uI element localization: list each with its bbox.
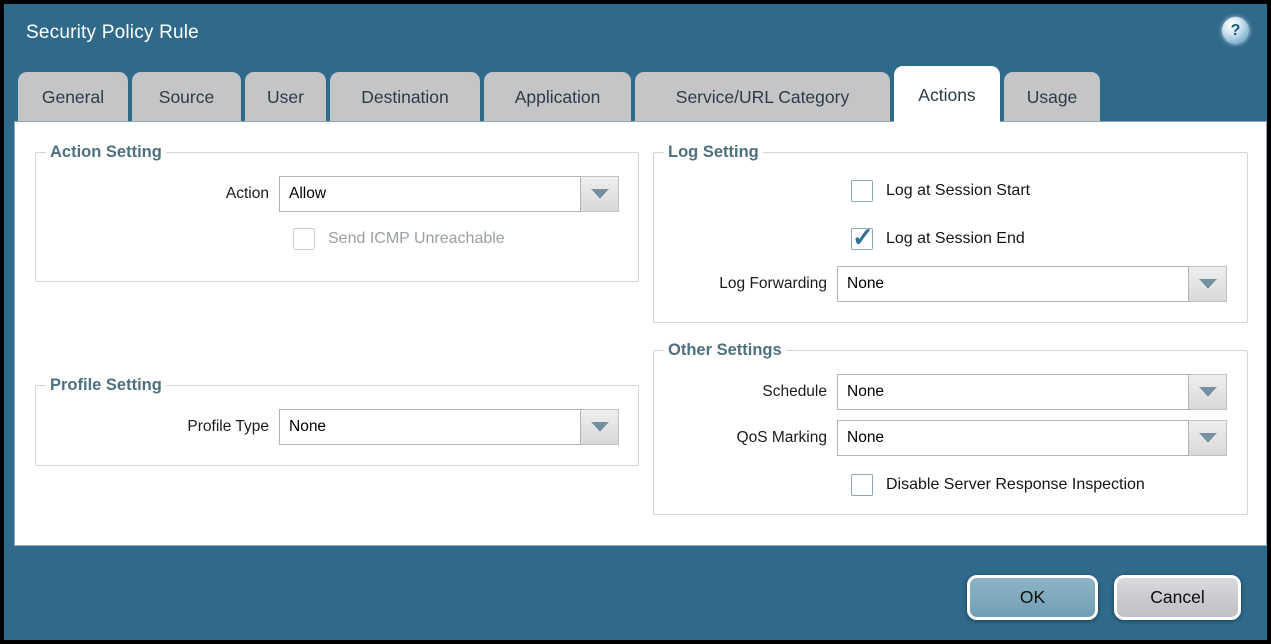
tab-label: Application [515, 87, 601, 108]
tab-label: General [42, 87, 104, 108]
profile-type-dropdown-button[interactable] [581, 409, 619, 445]
action-row: Action Allow [46, 176, 628, 212]
log-setting-legend: Log Setting [664, 142, 763, 162]
log-at-session-end-label: Log at Session End [886, 230, 1025, 248]
qos-marking-dropdown-value[interactable]: None [837, 420, 1189, 456]
profile-setting-legend: Profile Setting [46, 375, 166, 395]
tab-label: Service/URL Category [676, 87, 849, 108]
qos-marking-dropdown-button[interactable] [1189, 420, 1227, 456]
log-forwarding-dropdown-value[interactable]: None [837, 266, 1189, 302]
profile-setting-group: Profile Setting Profile Type None [35, 375, 639, 466]
tab-user[interactable]: User [245, 72, 326, 122]
disable-server-response-inspection-checkbox-row[interactable]: Disable Server Response Inspection [851, 474, 1237, 496]
chevron-down-icon [591, 189, 609, 199]
tab-actions[interactable]: Actions [894, 66, 1000, 124]
qos-marking-dropdown[interactable]: None [837, 420, 1227, 456]
action-setting-group: Action Setting Action Allow Send ICMP Un… [35, 142, 639, 282]
qos-marking-row: QoS Marking None [664, 420, 1237, 456]
action-setting-legend: Action Setting [46, 142, 166, 162]
tab-destination[interactable]: Destination [330, 72, 480, 122]
disable-server-response-inspection-checkbox[interactable] [851, 474, 873, 496]
chevron-down-icon [1199, 387, 1217, 397]
log-forwarding-dropdown[interactable]: None [837, 266, 1227, 302]
action-dropdown-button[interactable] [581, 176, 619, 212]
schedule-dropdown[interactable]: None [837, 374, 1227, 410]
ok-button[interactable]: OK [967, 575, 1098, 620]
tab-label: Destination [361, 87, 449, 108]
tab-bar: General Source User Destination Applicat… [18, 72, 1100, 124]
cancel-button[interactable]: Cancel [1114, 575, 1241, 620]
log-forwarding-label: Log Forwarding [664, 275, 837, 293]
log-forwarding-row: Log Forwarding None [664, 266, 1237, 302]
log-setting-group: Log Setting Log at Session Start Log at … [653, 142, 1248, 323]
send-icmp-unreachable-checkbox-row: Send ICMP Unreachable [293, 228, 628, 250]
other-settings-legend: Other Settings [664, 340, 786, 360]
help-icon[interactable]: ? [1222, 17, 1249, 44]
tab-service-url-category[interactable]: Service/URL Category [635, 72, 890, 122]
question-mark-glyph: ? [1231, 22, 1241, 40]
security-policy-rule-dialog: Security Policy Rule ? General Source Us… [0, 0, 1271, 644]
disable-server-response-inspection-label: Disable Server Response Inspection [886, 476, 1145, 494]
qos-marking-label: QoS Marking [664, 429, 837, 447]
schedule-dropdown-button[interactable] [1189, 374, 1227, 410]
log-at-session-end-checkbox-row[interactable]: Log at Session End [851, 228, 1237, 250]
tab-label: User [267, 87, 304, 108]
schedule-dropdown-value[interactable]: None [837, 374, 1189, 410]
tab-source[interactable]: Source [132, 72, 241, 122]
dialog-title: Security Policy Rule [26, 22, 199, 44]
chevron-down-icon [591, 422, 609, 432]
action-dropdown-value[interactable]: Allow [279, 176, 581, 212]
tab-usage[interactable]: Usage [1004, 72, 1100, 122]
profile-type-row: Profile Type None [46, 409, 628, 445]
tab-label: Actions [918, 85, 975, 106]
profile-type-label: Profile Type [46, 418, 279, 436]
log-at-session-start-checkbox[interactable] [851, 180, 873, 202]
schedule-label: Schedule [664, 383, 837, 401]
log-at-session-end-checkbox[interactable] [851, 228, 873, 250]
other-settings-group: Other Settings Schedule None QoS Marking… [653, 340, 1248, 515]
tab-application[interactable]: Application [484, 72, 631, 122]
log-at-session-start-label: Log at Session Start [886, 182, 1030, 200]
send-icmp-unreachable-checkbox [293, 228, 315, 250]
action-label: Action [46, 185, 279, 203]
log-forwarding-dropdown-button[interactable] [1189, 266, 1227, 302]
profile-type-dropdown[interactable]: None [279, 409, 619, 445]
schedule-row: Schedule None [664, 374, 1237, 410]
tab-label: Usage [1027, 87, 1078, 108]
action-dropdown[interactable]: Allow [279, 176, 619, 212]
chevron-down-icon [1199, 279, 1217, 289]
profile-type-dropdown-value[interactable]: None [279, 409, 581, 445]
send-icmp-unreachable-label: Send ICMP Unreachable [328, 230, 505, 248]
tab-label: Source [159, 87, 214, 108]
chevron-down-icon [1199, 433, 1217, 443]
actions-tab-panel: Action Setting Action Allow Send ICMP Un… [14, 121, 1267, 546]
tab-general[interactable]: General [18, 72, 128, 122]
log-at-session-start-checkbox-row[interactable]: Log at Session Start [851, 180, 1237, 202]
